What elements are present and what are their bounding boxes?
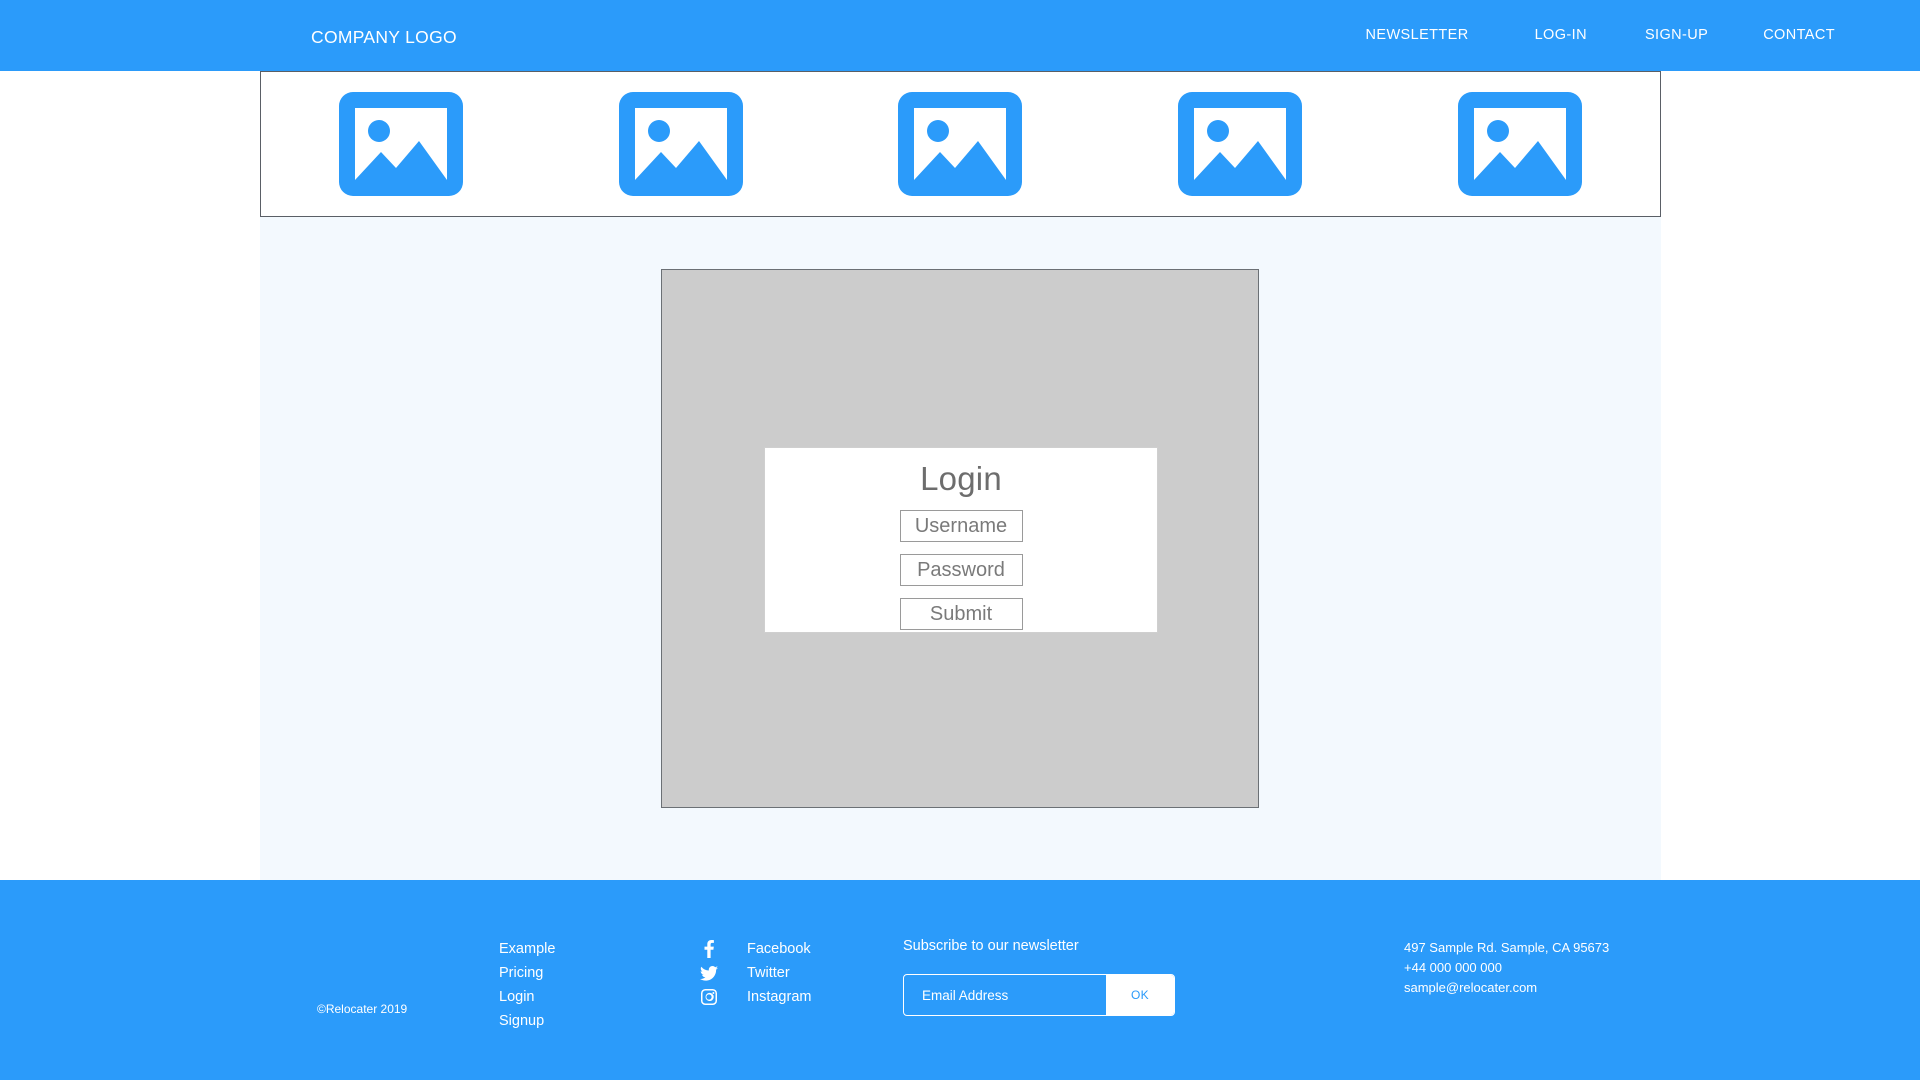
site-header: COMPANY LOGO NEWSLETTER LOG-IN SIGN-UP C… [0, 0, 1920, 71]
social-link-facebook[interactable]: Facebook [698, 937, 811, 961]
page-root: COMPANY LOGO NEWSLETTER LOG-IN SIGN-UP C… [0, 0, 1920, 1080]
password-input[interactable] [899, 554, 1023, 586]
footer-link-example[interactable]: Example [499, 937, 555, 961]
main-navigation: NEWSLETTER LOG-IN SIGN-UP CONTACT [1366, 27, 1920, 43]
twitter-icon [698, 965, 720, 981]
company-logo[interactable]: COMPANY LOGO [311, 27, 457, 48]
footer-link-login[interactable]: Login [499, 985, 555, 1009]
login-title: Login [920, 460, 1002, 497]
image-placeholder-icon[interactable] [618, 92, 743, 196]
newsletter-ok-button[interactable]: OK [1106, 975, 1174, 1015]
image-placeholder-icon[interactable] [1458, 92, 1583, 196]
nav-sign-up[interactable]: SIGN-UP [1645, 27, 1708, 43]
nav-newsletter[interactable]: NEWSLETTER [1366, 27, 1469, 43]
social-label-instagram: Instagram [747, 989, 812, 1005]
contact-address: 497 Sample Rd. Sample, CA 95673 [1404, 940, 1610, 955]
hero-image-panel: Login Submit [661, 269, 1259, 808]
main-content: Login Submit [260, 217, 1661, 880]
nav-log-in[interactable]: LOG-IN [1535, 27, 1587, 43]
social-link-twitter[interactable]: Twitter [698, 961, 811, 985]
submit-button[interactable]: Submit [899, 598, 1023, 630]
facebook-icon [698, 940, 720, 958]
footer-link-pricing[interactable]: Pricing [499, 961, 555, 985]
social-link-instagram[interactable]: Instagram [698, 985, 811, 1009]
social-link-list: Facebook Twitter Instagram [698, 937, 811, 1009]
newsletter-section: Subscribe to our newsletter OK [903, 938, 1175, 1016]
footer-link-signup[interactable]: Signup [499, 1009, 555, 1033]
contact-info: 497 Sample Rd. Sample, CA 95673 +44 000 … [1404, 938, 1609, 998]
email-input[interactable] [904, 975, 1106, 1015]
nav-contact[interactable]: CONTACT [1763, 27, 1835, 43]
footer-link-list: Example Pricing Login Signup [499, 937, 555, 1033]
instagram-icon [698, 989, 720, 1005]
contact-phone: +44 000 000 000 [1404, 960, 1502, 975]
copyright-text: ©Relocater 2019 [317, 1002, 408, 1016]
image-placeholder-icon[interactable] [898, 92, 1023, 196]
social-label-facebook: Facebook [747, 941, 811, 957]
newsletter-title: Subscribe to our newsletter [903, 938, 1079, 954]
image-placeholder-icon[interactable] [338, 92, 463, 196]
username-input[interactable] [899, 510, 1023, 542]
image-gallery-strip [260, 71, 1661, 217]
login-card: Login Submit [764, 447, 1158, 633]
newsletter-form: OK [903, 974, 1175, 1016]
image-placeholder-icon[interactable] [1178, 92, 1303, 196]
social-label-twitter: Twitter [747, 965, 790, 981]
contact-email: sample@relocater.com [1404, 980, 1538, 995]
